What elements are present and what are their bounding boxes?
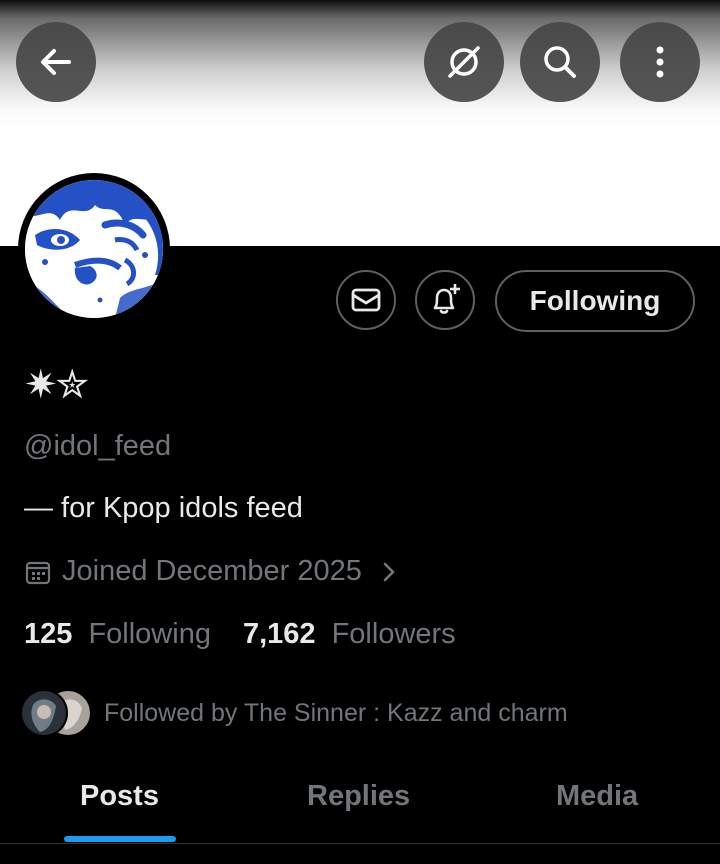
calendar-icon [25, 561, 51, 584]
following-label: Following [88, 618, 211, 650]
following-button[interactable]: Following [495, 270, 695, 332]
bell-plus-icon [433, 284, 460, 314]
followers-label: Followers [331, 618, 456, 650]
display-name: ✷✮ [24, 362, 89, 408]
message-button[interactable] [336, 270, 396, 330]
follower-avatars [20, 689, 92, 737]
search-button[interactable] [520, 22, 600, 102]
chevron-right-icon [383, 562, 395, 581]
notification-button[interactable] [415, 270, 475, 330]
active-tab-indicator [64, 836, 176, 842]
joined-text: Joined December 2025 [62, 555, 362, 587]
joined-date[interactable]: Joined December 2025 [24, 555, 400, 588]
bio: — for Kpop idols feed [24, 492, 303, 524]
followers-stat[interactable]: 7,162 Followers [243, 618, 456, 651]
grok-icon [448, 46, 480, 78]
follow-stats: 125 Following 7,162 Followers [24, 618, 456, 651]
followers-count: 7,162 [242, 618, 316, 650]
profile-tabs: Posts Replies Media [0, 770, 720, 842]
followed-by[interactable]: Followed by The Sinner : Kazz and charm [20, 688, 568, 738]
grok-button[interactable] [424, 22, 504, 102]
following-count: 125 [24, 618, 73, 650]
followed-by-text: Followed by The Sinner : Kazz and charm [104, 698, 568, 727]
divider [0, 843, 720, 844]
tab-posts[interactable]: Posts [80, 780, 159, 813]
search-icon [544, 46, 576, 78]
handle: @idol_feed [24, 430, 172, 462]
more-button[interactable] [620, 22, 700, 102]
tab-replies[interactable]: Replies [307, 780, 410, 813]
avatar[interactable] [18, 173, 170, 325]
arrow-left-icon [41, 49, 71, 75]
avatar-image [25, 180, 163, 318]
message-icon [351, 288, 381, 312]
following-stat[interactable]: 125 Following [24, 618, 211, 651]
tab-media[interactable]: Media [556, 780, 638, 813]
back-button[interactable] [16, 22, 96, 102]
more-vertical-icon [656, 46, 664, 78]
